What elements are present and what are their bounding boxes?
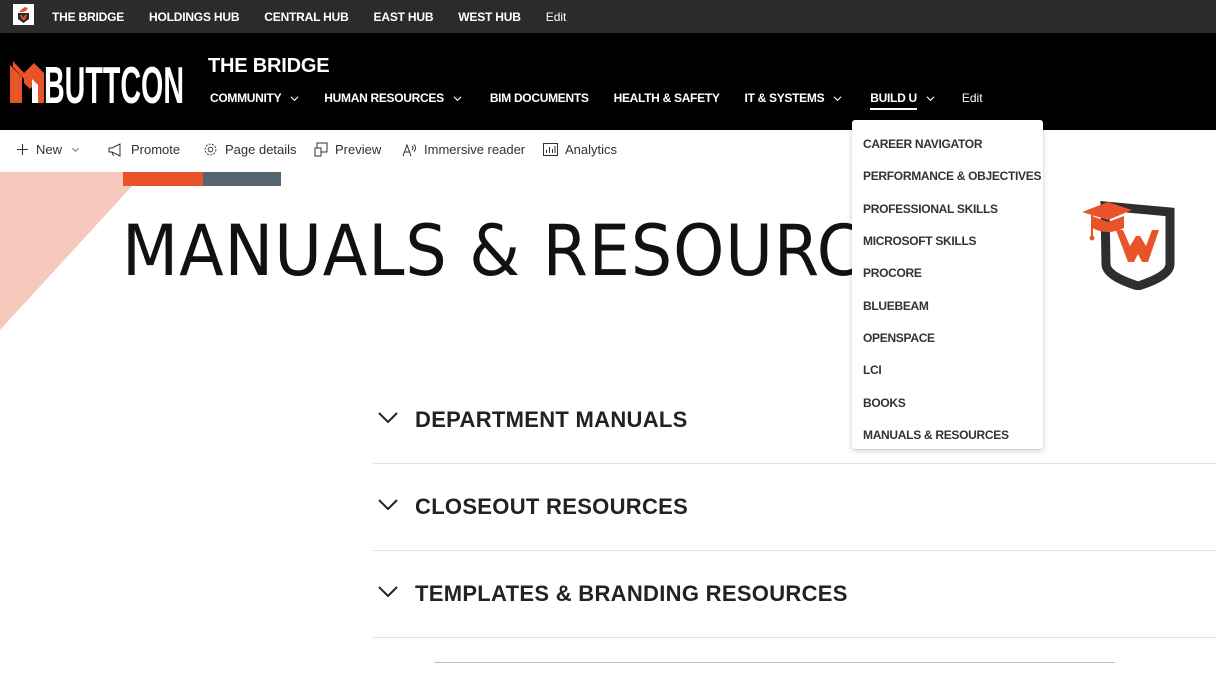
analytics-button[interactable]: Analytics xyxy=(543,142,617,157)
promote-button-label: Promote xyxy=(131,142,181,157)
site-header: BUTTCON THE BRIDGE COMMUNITY HUMAN RESOU… xyxy=(0,33,1216,130)
new-button[interactable]: New xyxy=(16,142,80,157)
nav-edit-link[interactable]: Edit xyxy=(962,91,983,105)
chevron-down-icon xyxy=(453,95,462,101)
chevron-down-icon xyxy=(378,499,398,511)
nav-item-label: HEALTH & SAFETY xyxy=(613,91,720,105)
hub-links: THE BRIDGE HOLDINGS HUB CENTRAL HUB EAST… xyxy=(52,0,566,33)
chevron-down-icon xyxy=(833,95,842,101)
new-button-label: New xyxy=(36,142,63,157)
hub-link-west-hub[interactable]: WEST HUB xyxy=(458,10,521,24)
hub-link-holdings-hub[interactable]: HOLDINGS HUB xyxy=(149,10,239,24)
chevron-down-icon xyxy=(926,95,935,101)
menu-item-openspace[interactable]: OPENSPACE xyxy=(852,322,1043,354)
hub-edit-link[interactable]: Edit xyxy=(546,10,567,24)
menu-item-lci[interactable]: LCI xyxy=(852,354,1043,386)
buttcon-logo[interactable]: BUTTCON xyxy=(10,57,186,107)
chevron-down-icon xyxy=(378,586,398,598)
site-navigation: COMMUNITY HUMAN RESOURCES BIM DOCUMENTS … xyxy=(210,85,983,111)
preview-button-label: Preview xyxy=(335,142,382,157)
accordion-department-manuals[interactable]: DEPARTMENT MANUALS xyxy=(373,377,1216,464)
nav-item-bim-documents[interactable]: BIM DOCUMENTS xyxy=(490,85,589,111)
hub-link-central-hub[interactable]: CENTRAL HUB xyxy=(264,10,348,24)
nav-item-label: BUILD U xyxy=(870,91,917,110)
nav-item-health-safety[interactable]: HEALTH & SAFETY xyxy=(614,85,720,111)
site-title[interactable]: THE BRIDGE xyxy=(208,55,330,78)
accordion-title: TEMPLATES & BRANDING RESOURCES xyxy=(415,581,848,606)
megaphone-icon xyxy=(108,142,121,157)
chevron-down-icon xyxy=(290,95,299,101)
analytics-button-label: Analytics xyxy=(565,142,618,157)
hub-navigation-bar: THE BRIDGE HOLDINGS HUB CENTRAL HUB EAST… xyxy=(0,0,1216,33)
gear-icon xyxy=(204,143,217,156)
nav-item-label: BIM DOCUMENTS xyxy=(489,91,589,105)
chevron-down-icon xyxy=(378,412,398,424)
menu-item-bluebeam[interactable]: BLUEBEAM xyxy=(852,289,1043,321)
immersive-reader-button[interactable]: Immersive reader xyxy=(402,142,525,157)
menu-item-performance-objectives[interactable]: PERFORMANCE & OBJECTIVES xyxy=(852,160,1043,192)
menu-item-books[interactable]: BOOKS xyxy=(852,386,1043,418)
nav-item-label: HUMAN RESOURCES xyxy=(324,91,444,105)
accordion-title: CLOSEOUT RESOURCES xyxy=(415,494,689,519)
hero-accent-bar-gray xyxy=(203,172,281,186)
nav-item-human-resources[interactable]: HUMAN RESOURCES xyxy=(324,85,462,111)
menu-item-procore[interactable]: PROCORE xyxy=(852,257,1043,289)
hub-link-the-bridge[interactable]: THE BRIDGE xyxy=(52,10,124,24)
menu-item-career-navigator[interactable]: CAREER NAVIGATOR xyxy=(852,128,1043,160)
page-title: MANUALS & RESOURCES xyxy=(122,210,948,292)
accordion-closeout-resources[interactable]: CLOSEOUT RESOURCES xyxy=(373,464,1216,551)
nav-item-community[interactable]: COMMUNITY xyxy=(210,85,299,111)
build-u-dropdown-menu: CAREER NAVIGATOR PERFORMANCE & OBJECTIVE… xyxy=(852,120,1043,449)
nav-item-label: IT & SYSTEMS xyxy=(744,91,825,105)
build-u-badge-icon xyxy=(1082,201,1175,290)
nav-item-build-u[interactable]: BUILD U xyxy=(870,85,935,111)
hub-link-east-hub[interactable]: EAST HUB xyxy=(374,10,434,24)
svg-text:BUTTCON: BUTTCON xyxy=(44,57,184,107)
nav-item-it-systems[interactable]: IT & SYSTEMS xyxy=(745,85,843,111)
chevron-down-icon xyxy=(72,147,79,152)
menu-item-professional-skills[interactable]: PROFESSIONAL SKILLS xyxy=(852,193,1043,225)
menu-item-manuals-resources[interactable]: MANUALS & RESOURCES xyxy=(852,419,1043,451)
immersive-reader-icon xyxy=(402,143,416,156)
hero-accent-bar-orange xyxy=(123,172,203,186)
analytics-icon xyxy=(543,143,558,156)
promote-button[interactable]: Promote xyxy=(108,142,180,157)
menu-item-microsoft-skills[interactable]: MICROSOFT SKILLS xyxy=(852,225,1043,257)
plus-icon xyxy=(17,144,28,155)
page-details-button-label: Page details xyxy=(225,142,297,157)
preview-button[interactable]: Preview xyxy=(314,142,381,157)
accordion-templates-branding[interactable]: TEMPLATES & BRANDING RESOURCES xyxy=(373,551,1216,638)
hub-logo-icon[interactable] xyxy=(13,4,34,25)
immersive-reader-button-label: Immersive reader xyxy=(424,142,526,157)
preview-icon xyxy=(314,142,328,157)
nav-item-label: COMMUNITY xyxy=(210,91,282,105)
accordion-title: DEPARTMENT MANUALS xyxy=(415,407,688,432)
section-divider xyxy=(434,662,1115,663)
page-details-button[interactable]: Page details xyxy=(203,142,297,157)
